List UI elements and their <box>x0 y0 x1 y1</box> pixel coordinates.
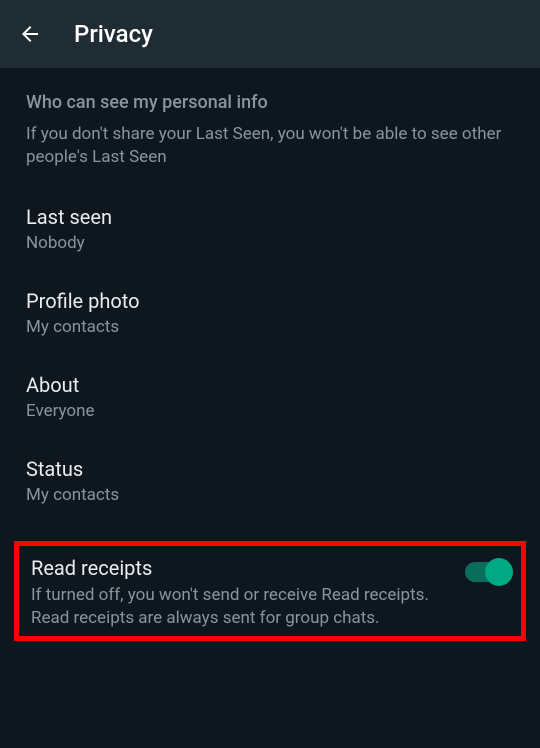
header-bar: Privacy <box>0 0 540 68</box>
setting-value: Everyone <box>26 401 514 421</box>
read-receipts-text: Read receipts If turned off, you won't s… <box>31 556 465 630</box>
section-header: Who can see my personal info <box>26 92 514 113</box>
setting-value: Nobody <box>26 233 514 253</box>
toggle-knob <box>485 558 513 586</box>
content-area: Who can see my personal info If you don'… <box>0 68 540 641</box>
setting-status[interactable]: Status My contacts <box>26 457 514 505</box>
read-receipts-title: Read receipts <box>31 556 445 580</box>
setting-value: My contacts <box>26 317 514 337</box>
setting-title: Status <box>26 457 514 481</box>
read-receipts-highlight: Read receipts If turned off, you won't s… <box>14 541 526 641</box>
setting-read-receipts[interactable]: Read receipts If turned off, you won't s… <box>31 556 509 630</box>
setting-title: Profile photo <box>26 289 514 313</box>
setting-profile-photo[interactable]: Profile photo My contacts <box>26 289 514 337</box>
setting-about[interactable]: About Everyone <box>26 373 514 421</box>
back-arrow-icon[interactable] <box>18 22 42 46</box>
setting-last-seen[interactable]: Last seen Nobody <box>26 205 514 253</box>
page-title: Privacy <box>74 20 153 48</box>
section-subtext: If you don't share your Last Seen, you w… <box>26 123 514 169</box>
setting-title: Last seen <box>26 205 514 229</box>
setting-value: My contacts <box>26 485 514 505</box>
setting-title: About <box>26 373 514 397</box>
read-receipts-description: If turned off, you won't send or receive… <box>31 584 445 630</box>
read-receipts-toggle[interactable] <box>465 562 509 582</box>
